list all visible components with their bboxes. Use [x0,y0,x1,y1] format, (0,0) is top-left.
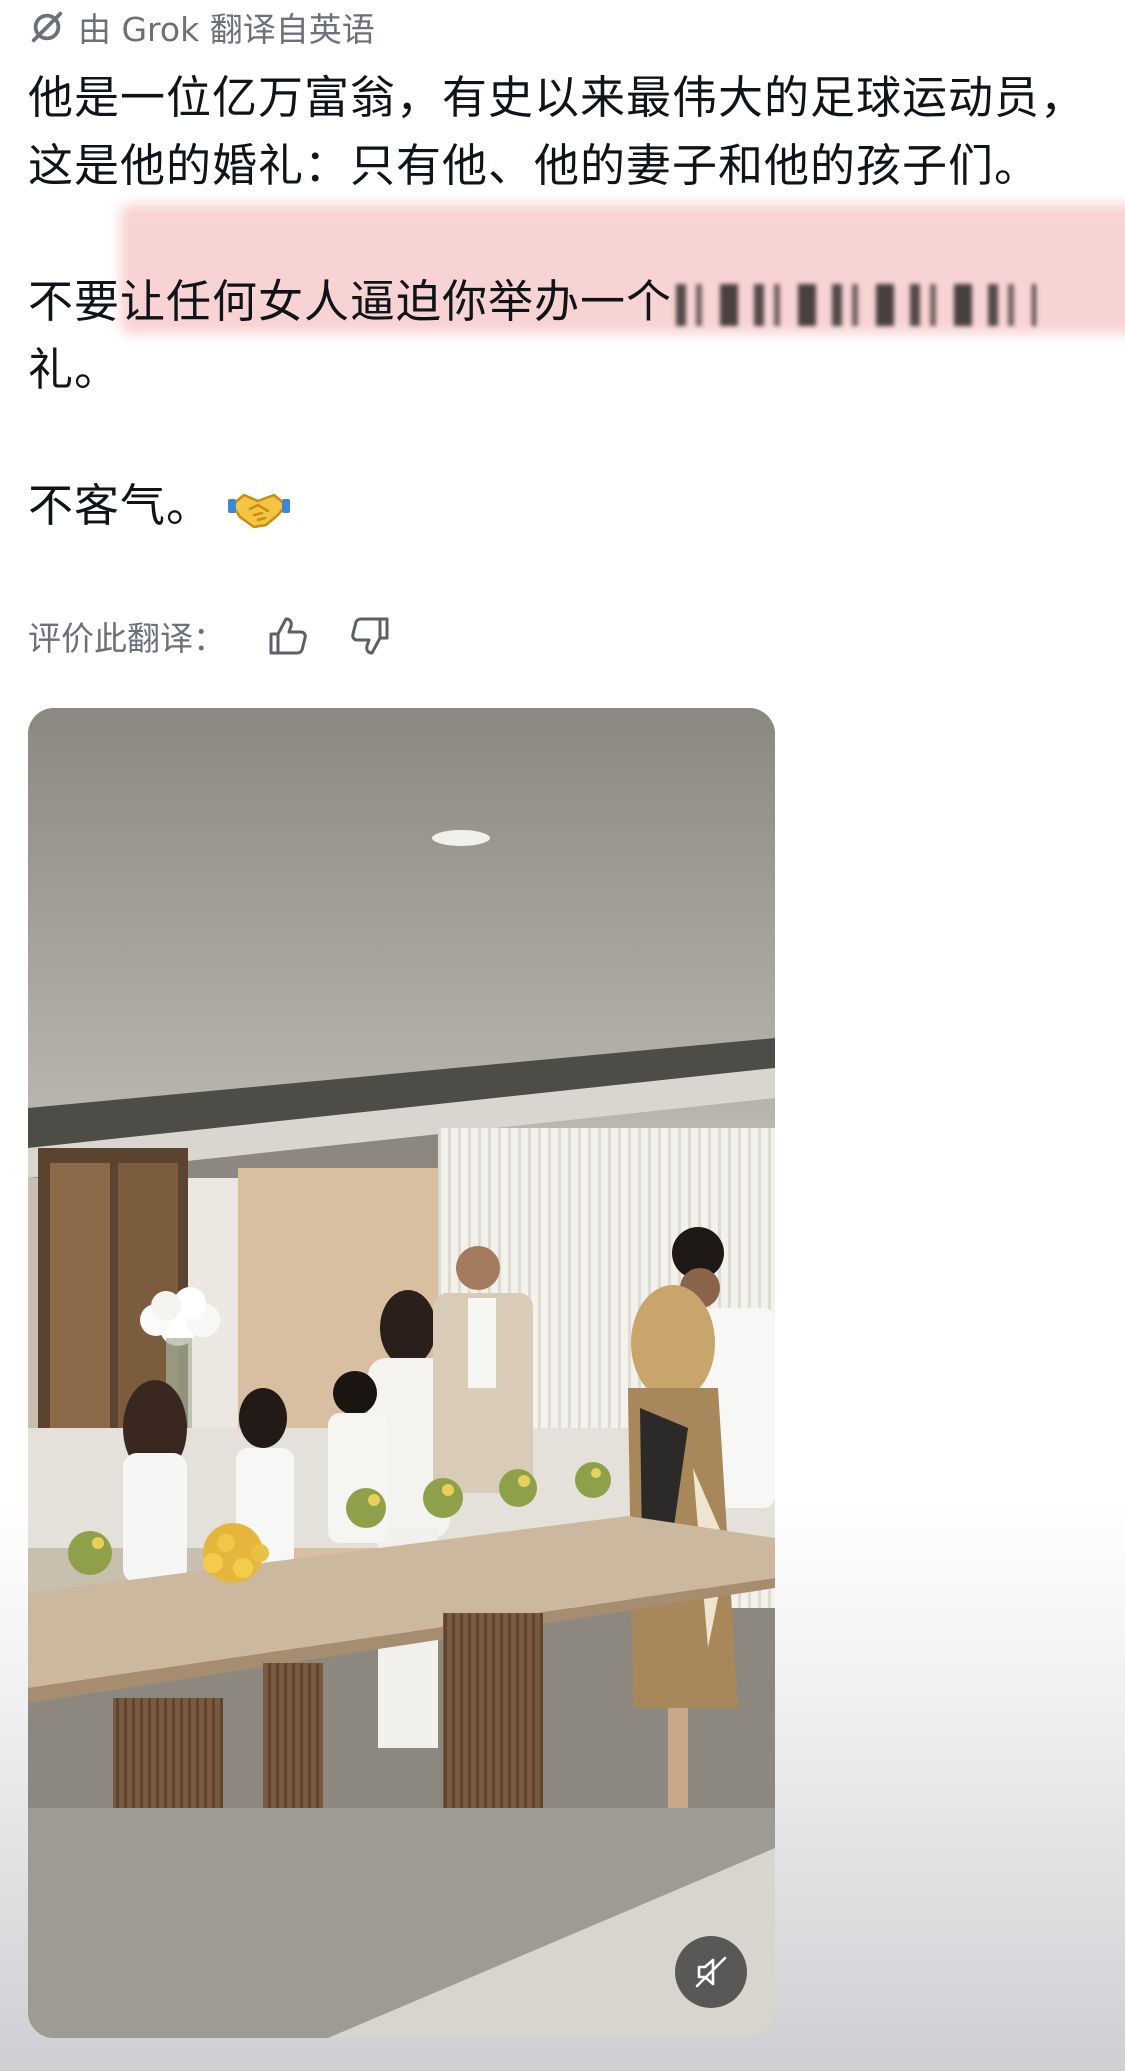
post-paragraph-1: 他是一位亿万富翁，有史以来最伟大的足球运动员，这是他的婚礼：只有他、他的妻子和他… [28,71,1087,192]
translation-header: 由 Grok 翻译自英语 [28,4,375,50]
post-paragraph-2-text: 不要让任何女人逼迫你举办一个 [28,275,673,328]
thumbs-down-icon [351,617,389,655]
muted-speaker-icon [695,1956,727,1988]
thumbs-up-button[interactable] [264,613,310,659]
post-paragraph-2-end: 礼。 [28,343,121,396]
translation-header-label: 由 Grok 翻译自英语 [78,10,375,49]
censored-text-bars [676,284,1037,326]
video-player[interactable] [28,708,775,2038]
post-paragraph-3-text: 不客气。 [28,479,213,532]
rate-translation-label: 评价此翻译： [28,619,226,658]
post-paragraph-2: 不要让任何女人逼迫你举办一个 礼。 [28,204,1125,404]
video-frame-wedding-scene [28,708,775,2038]
post-page: 由 Grok 翻译自英语 他是一位亿万富翁，有史以来最伟大的足球运动员，这是他的… [0,0,1125,2071]
thumbs-up-icon [269,617,307,655]
post-text: 他是一位亿万富翁，有史以来最伟大的足球运动员，这是他的婚礼：只有他、他的妻子和他… [28,64,1125,540]
thumbs-down-button[interactable] [348,613,394,659]
post-paragraph-3: 不客气。 [28,472,1108,540]
grok-slash-icon [31,11,63,43]
mute-toggle-button[interactable] [675,1936,747,2008]
handshake-emoji-icon [228,493,291,529]
rate-translation-row: 评价此翻译： [28,608,394,664]
